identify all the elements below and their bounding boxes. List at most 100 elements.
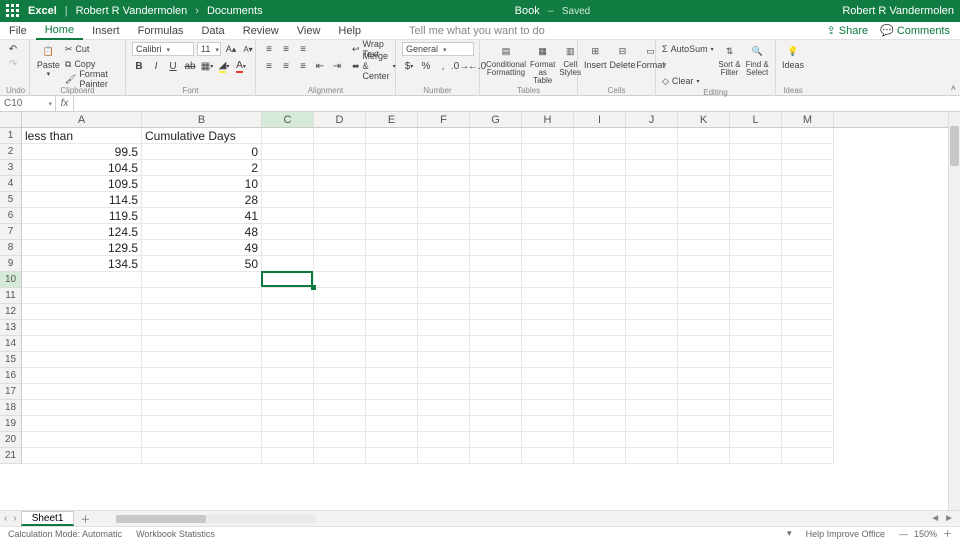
row-header-10[interactable]: 10 bbox=[0, 272, 22, 288]
strike-button[interactable]: ab bbox=[183, 59, 197, 73]
fill-button[interactable]: ▾ bbox=[662, 58, 714, 72]
italic-button[interactable]: I bbox=[149, 59, 163, 73]
sheet-tab-active[interactable]: Sheet1 bbox=[21, 511, 75, 526]
cell-C21[interactable] bbox=[262, 448, 314, 464]
cell-E15[interactable] bbox=[366, 352, 418, 368]
row-header-9[interactable]: 9 bbox=[0, 256, 22, 272]
cell-A13[interactable] bbox=[22, 320, 142, 336]
menu-data[interactable]: Data bbox=[192, 22, 233, 40]
cell-H13[interactable] bbox=[522, 320, 574, 336]
cell-M9[interactable] bbox=[782, 256, 834, 272]
cell-L4[interactable] bbox=[730, 176, 782, 192]
cell-M13[interactable] bbox=[782, 320, 834, 336]
cell-C20[interactable] bbox=[262, 432, 314, 448]
cell-J10[interactable] bbox=[626, 272, 678, 288]
align-bottom-button[interactable]: ≡ bbox=[296, 42, 310, 56]
cell-K5[interactable] bbox=[678, 192, 730, 208]
menu-view[interactable]: View bbox=[288, 22, 330, 40]
cell-B7[interactable]: 48 bbox=[142, 224, 262, 240]
cell-M20[interactable] bbox=[782, 432, 834, 448]
tell-me-search[interactable]: Tell me what you want to do bbox=[400, 22, 554, 40]
cell-M21[interactable] bbox=[782, 448, 834, 464]
cell-J21[interactable] bbox=[626, 448, 678, 464]
display-settings-button[interactable]: ▾ bbox=[787, 528, 792, 539]
cell-A1[interactable]: less than bbox=[22, 128, 142, 144]
cell-L20[interactable] bbox=[730, 432, 782, 448]
inc-decimal-button[interactable]: .0→ bbox=[453, 59, 467, 73]
row-header-12[interactable]: 12 bbox=[0, 304, 22, 320]
cell-F6[interactable] bbox=[418, 208, 470, 224]
cell-G18[interactable] bbox=[470, 400, 522, 416]
cell-E17[interactable] bbox=[366, 384, 418, 400]
cell-I3[interactable] bbox=[574, 160, 626, 176]
cell-M10[interactable] bbox=[782, 272, 834, 288]
cell-H21[interactable] bbox=[522, 448, 574, 464]
cell-F4[interactable] bbox=[418, 176, 470, 192]
cell-L17[interactable] bbox=[730, 384, 782, 400]
cell-B15[interactable] bbox=[142, 352, 262, 368]
cell-J8[interactable] bbox=[626, 240, 678, 256]
cell-G21[interactable] bbox=[470, 448, 522, 464]
cell-M17[interactable] bbox=[782, 384, 834, 400]
cell-E6[interactable] bbox=[366, 208, 418, 224]
cell-G7[interactable] bbox=[470, 224, 522, 240]
cell-B14[interactable] bbox=[142, 336, 262, 352]
cell-B21[interactable] bbox=[142, 448, 262, 464]
cell-K20[interactable] bbox=[678, 432, 730, 448]
cell-I20[interactable] bbox=[574, 432, 626, 448]
collapse-ribbon-button[interactable]: ˄ bbox=[951, 83, 956, 93]
cell-M5[interactable] bbox=[782, 192, 834, 208]
cell-E1[interactable] bbox=[366, 128, 418, 144]
format-painter-button[interactable]: 🖌Format Painter bbox=[65, 72, 119, 86]
cell-D1[interactable] bbox=[314, 128, 366, 144]
cell-F13[interactable] bbox=[418, 320, 470, 336]
col-header-E[interactable]: E bbox=[366, 112, 418, 127]
cell-E13[interactable] bbox=[366, 320, 418, 336]
cell-J13[interactable] bbox=[626, 320, 678, 336]
cell-E19[interactable] bbox=[366, 416, 418, 432]
cell-F18[interactable] bbox=[418, 400, 470, 416]
cell-M12[interactable] bbox=[782, 304, 834, 320]
cell-H3[interactable] bbox=[522, 160, 574, 176]
cell-F9[interactable] bbox=[418, 256, 470, 272]
horizontal-scrollbar[interactable] bbox=[116, 515, 316, 523]
cell-J6[interactable] bbox=[626, 208, 678, 224]
cell-F14[interactable] bbox=[418, 336, 470, 352]
col-header-F[interactable]: F bbox=[418, 112, 470, 127]
cell-I13[interactable] bbox=[574, 320, 626, 336]
clear-button[interactable]: ◇Clear▾ bbox=[662, 74, 714, 88]
menu-help[interactable]: Help bbox=[329, 22, 370, 40]
cell-I17[interactable] bbox=[574, 384, 626, 400]
col-header-G[interactable]: G bbox=[470, 112, 522, 127]
cell-I12[interactable] bbox=[574, 304, 626, 320]
cell-I15[interactable] bbox=[574, 352, 626, 368]
cell-A18[interactable] bbox=[22, 400, 142, 416]
cell-K16[interactable] bbox=[678, 368, 730, 384]
cell-A16[interactable] bbox=[22, 368, 142, 384]
cell-I6[interactable] bbox=[574, 208, 626, 224]
cell-D4[interactable] bbox=[314, 176, 366, 192]
cell-G11[interactable] bbox=[470, 288, 522, 304]
row-header-1[interactable]: 1 bbox=[0, 128, 22, 144]
cell-E7[interactable] bbox=[366, 224, 418, 240]
cell-L21[interactable] bbox=[730, 448, 782, 464]
cell-G5[interactable] bbox=[470, 192, 522, 208]
menu-insert[interactable]: Insert bbox=[83, 22, 129, 40]
cell-C15[interactable] bbox=[262, 352, 314, 368]
align-top-button[interactable]: ≡ bbox=[262, 42, 276, 56]
cell-K17[interactable] bbox=[678, 384, 730, 400]
cell-E11[interactable] bbox=[366, 288, 418, 304]
cell-F11[interactable] bbox=[418, 288, 470, 304]
cell-C5[interactable] bbox=[262, 192, 314, 208]
cell-K4[interactable] bbox=[678, 176, 730, 192]
cell-D3[interactable] bbox=[314, 160, 366, 176]
find-select-button[interactable]: 🔍Find & Select bbox=[745, 42, 769, 77]
cell-H8[interactable] bbox=[522, 240, 574, 256]
cell-H14[interactable] bbox=[522, 336, 574, 352]
shrink-font-button[interactable]: A▾ bbox=[241, 42, 255, 56]
underline-button[interactable]: U bbox=[166, 59, 180, 73]
cell-J12[interactable] bbox=[626, 304, 678, 320]
cell-F15[interactable] bbox=[418, 352, 470, 368]
font-color-button[interactable]: A▾ bbox=[234, 59, 248, 73]
cell-G12[interactable] bbox=[470, 304, 522, 320]
